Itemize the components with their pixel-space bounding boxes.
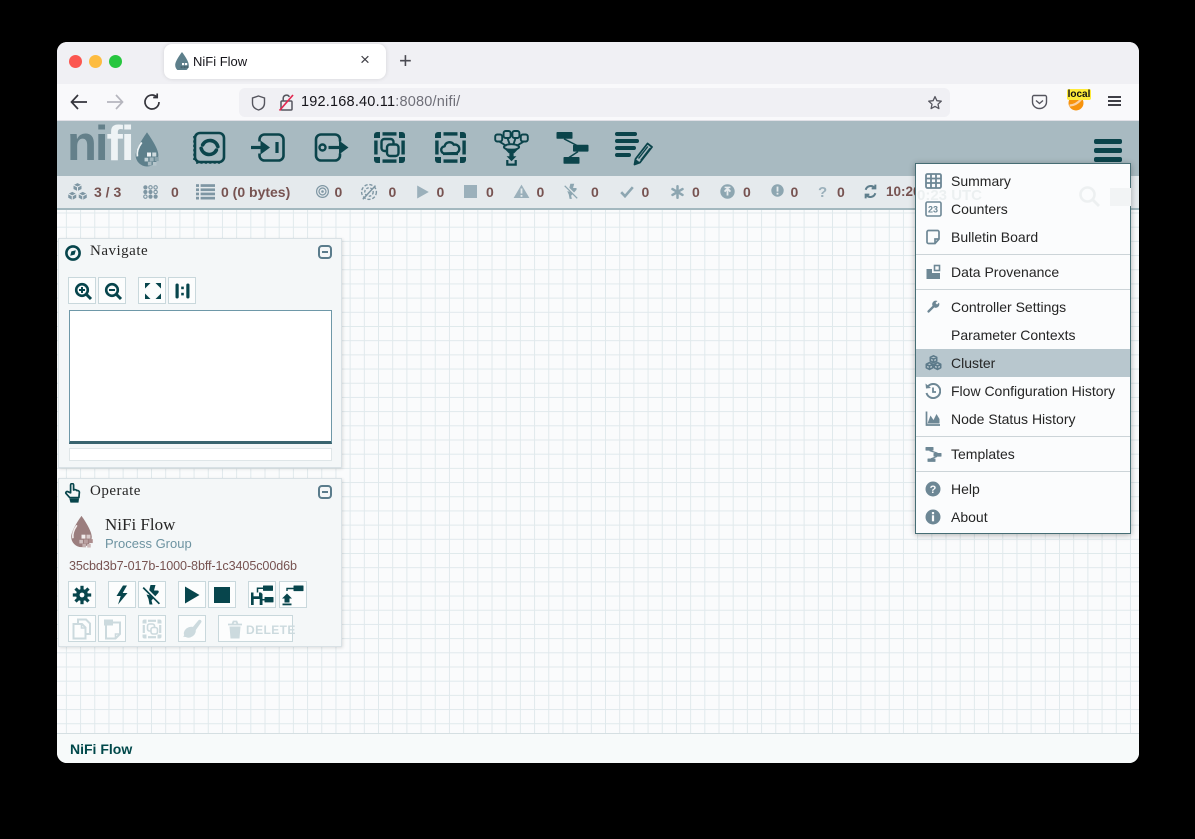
svg-text:?: ? [930, 484, 937, 496]
svg-text:23: 23 [928, 205, 938, 215]
